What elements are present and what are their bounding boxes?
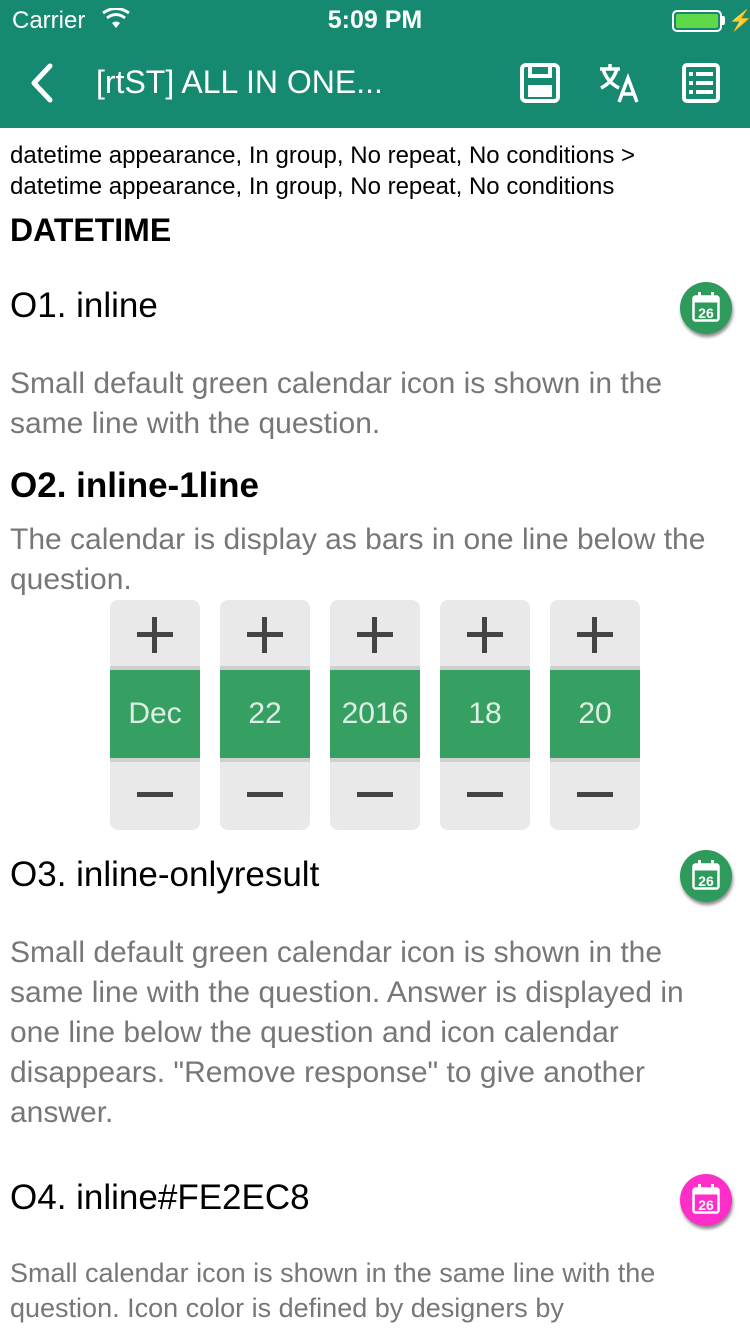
increment-button[interactable] bbox=[110, 600, 200, 666]
list-icon[interactable] bbox=[678, 60, 724, 106]
question-label: O4. inline#FE2EC8 bbox=[10, 1178, 310, 1217]
question-hint: Small default green calendar icon is sho… bbox=[10, 367, 663, 440]
datetime-spinners: Dec 22 2016 18 20 bbox=[110, 600, 640, 830]
breadcrumb-line: datetime appearance, In group, No repeat… bbox=[10, 173, 615, 200]
year-spinner: 2016 bbox=[330, 600, 420, 830]
calendar-button[interactable]: 26 bbox=[680, 1174, 732, 1226]
calendar-button[interactable]: 26 bbox=[680, 850, 732, 902]
save-icon[interactable] bbox=[517, 60, 563, 106]
increment-button[interactable] bbox=[330, 600, 420, 666]
spinner-value[interactable]: 20 bbox=[550, 666, 640, 762]
status-time: 5:09 PM bbox=[327, 6, 423, 34]
question-hint: Small calendar icon is shown in the same… bbox=[10, 1258, 656, 1323]
question-label: O1. inline bbox=[10, 286, 158, 325]
question-label: O3. inline-onlyresult bbox=[10, 855, 320, 894]
breadcrumb-line: datetime appearance, In group, No repeat… bbox=[10, 142, 636, 169]
battery-icon bbox=[672, 10, 722, 32]
calendar-day: 26 bbox=[698, 873, 714, 889]
calendar-icon: 26 bbox=[692, 292, 720, 322]
back-chevron-icon[interactable] bbox=[24, 58, 64, 108]
group-title: DATETIME bbox=[10, 212, 172, 248]
decrement-button[interactable] bbox=[330, 762, 420, 830]
increment-button[interactable] bbox=[440, 600, 530, 666]
minute-spinner: 20 bbox=[550, 600, 640, 830]
question-label: O2. inline-1line bbox=[10, 466, 259, 505]
battery-tip bbox=[722, 16, 725, 25]
calendar-button[interactable]: 26 bbox=[680, 282, 732, 334]
question-hint: The calendar is display as bars in one l… bbox=[10, 523, 706, 596]
decrement-button[interactable] bbox=[110, 762, 200, 830]
navigation-bar: [rtST] ALL IN ONE... bbox=[0, 40, 750, 128]
question-hint: Small default green calendar icon is sho… bbox=[10, 936, 684, 1129]
decrement-button[interactable] bbox=[550, 762, 640, 830]
increment-button[interactable] bbox=[550, 600, 640, 666]
charging-icon: ⚡ bbox=[728, 10, 750, 32]
calendar-day: 26 bbox=[698, 1197, 714, 1213]
spinner-value[interactable]: 2016 bbox=[330, 666, 420, 762]
top-bar: Carrier 5:09 PM ⚡ [rtST] ALL IN ONE... bbox=[0, 0, 750, 128]
decrement-button[interactable] bbox=[220, 762, 310, 830]
calendar-day: 26 bbox=[698, 305, 714, 321]
spinner-value[interactable]: Dec bbox=[110, 666, 200, 762]
day-spinner: 22 bbox=[220, 600, 310, 830]
calendar-icon: 26 bbox=[692, 860, 720, 890]
nav-title: [rtST] ALL IN ONE... bbox=[96, 64, 383, 100]
hour-spinner: 18 bbox=[440, 600, 530, 830]
translate-icon[interactable] bbox=[597, 60, 643, 106]
spinner-value[interactable]: 22 bbox=[220, 666, 310, 762]
status-bar: Carrier 5:09 PM ⚡ bbox=[0, 0, 750, 40]
increment-button[interactable] bbox=[220, 600, 310, 666]
decrement-button[interactable] bbox=[440, 762, 530, 830]
calendar-icon: 26 bbox=[692, 1184, 720, 1214]
breadcrumb: datetime appearance, In group, No repeat… bbox=[10, 140, 740, 202]
spinner-value[interactable]: 18 bbox=[440, 666, 530, 762]
month-spinner: Dec bbox=[110, 600, 200, 830]
